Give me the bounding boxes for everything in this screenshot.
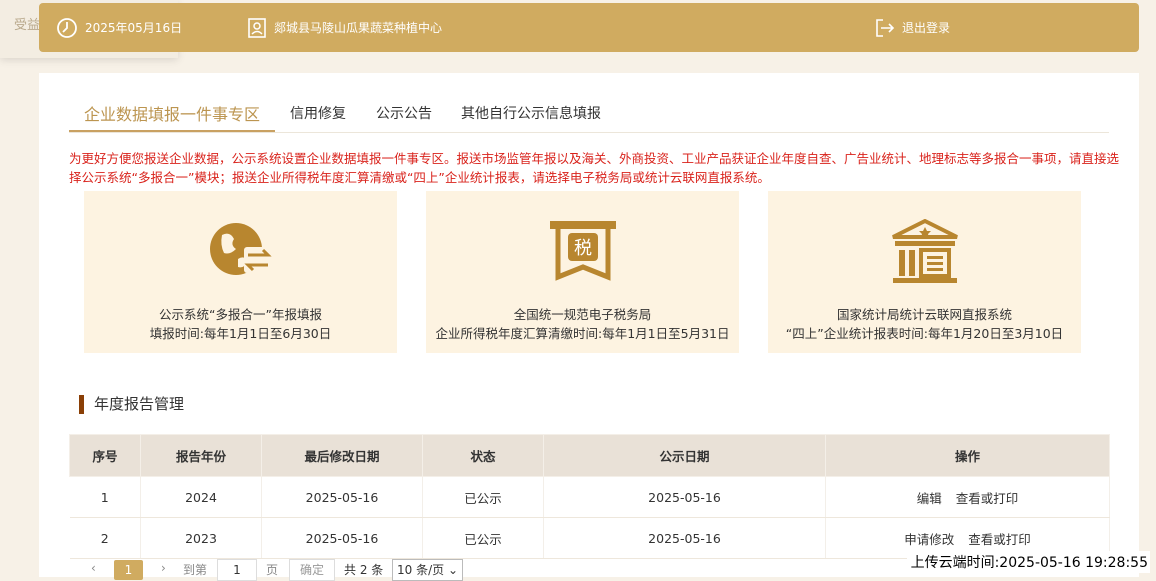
tab-bar: 企业数据填报一件事专区 信用修复 公示公告 其他自行公示信息填报	[69, 95, 1109, 133]
tab-credit-repair[interactable]: 信用修复	[290, 103, 346, 123]
svg-text:税: 税	[574, 238, 592, 259]
tax-icon: 税	[549, 221, 616, 281]
total-count: 共 2 条	[344, 563, 384, 577]
page-size-select[interactable]: 10 条/页 ⌄	[392, 559, 464, 581]
page-1-button[interactable]: 1	[114, 560, 143, 580]
prev-page-button[interactable]: ‹	[91, 561, 96, 575]
card-e-tax[interactable]: 税 全国统一规范电子税务局 企业所得税年度汇算清缴时间:每年1月1日至5月31日	[426, 191, 739, 353]
upload-time: 上传云端时间:2025-05-16 19:28:55	[906, 551, 1150, 573]
tab-announcements[interactable]: 公示公告	[376, 103, 432, 123]
org-display: 郯城县马陵山瓜果蔬菜种植中心	[247, 3, 442, 52]
top-bar: 2025年05月16日 郯城县马陵山瓜果蔬菜种植中心 退出登录	[39, 3, 1139, 52]
header-published: 公示日期	[543, 434, 826, 477]
cell-status: 已公示	[422, 476, 544, 518]
logout-label: 退出登录	[902, 21, 951, 35]
card-time: “四上”企业统计报表时间:每年1月20日至3月10日	[785, 326, 1064, 341]
goto-confirm-button[interactable]: 确定	[289, 559, 335, 581]
card-time: 企业所得税年度汇算清缴时间:每年1月1日至5月31日	[435, 326, 730, 341]
active-tab-indicator	[69, 130, 275, 132]
cell-year: 2024	[140, 476, 262, 518]
card-title: 公示系统“多报合一”年报填报	[159, 307, 322, 322]
main-panel: 企业数据填报一件事专区 信用修复 公示公告 其他自行公示信息填报 为更好方便您报…	[39, 73, 1139, 581]
tab-other-disclosure[interactable]: 其他自行公示信息填报	[461, 103, 601, 123]
chevron-down-icon: ⌄	[447, 563, 459, 577]
annual-report-table: 序号 报告年份 最后修改日期 状态 公示日期 操作 1 2024 2025-05…	[69, 434, 1110, 559]
next-page-button[interactable]: ›	[161, 561, 166, 575]
card-title: 国家统计局统计云联网直报系统	[836, 307, 1012, 322]
page-size-value: 10 条/页	[397, 563, 445, 577]
edit-link[interactable]: 编辑	[917, 491, 942, 506]
tab-data-reporting[interactable]: 企业数据填报一件事专区	[84, 101, 260, 125]
section-title: 年度报告管理	[79, 395, 184, 414]
cell-ops: 编辑 查看或打印	[825, 476, 1110, 518]
table-row: 1 2024 2025-05-16 已公示 2025-05-16 编辑 查看或打…	[69, 476, 1110, 518]
government-building-icon	[891, 219, 958, 283]
header-ops: 操作	[825, 434, 1110, 477]
cell-no: 1	[69, 476, 141, 518]
header-no: 序号	[69, 434, 141, 477]
card-multi-report[interactable]: 公示系统“多报合一”年报填报 填报时间:每年1月1日至6月30日	[84, 191, 397, 353]
card-time: 填报时间:每年1月1日至6月30日	[149, 326, 332, 341]
logout-button[interactable]: 退出登录	[875, 3, 950, 52]
person-badge-icon	[248, 17, 266, 38]
notice-text: 为更好方便您报送企业数据，公示系统设置企业数据填报一件事专区。报送市场监管年报以…	[69, 151, 1120, 185]
header-modified: 最后修改日期	[261, 434, 423, 477]
cell-modified: 2025-05-16	[261, 476, 423, 518]
clock-icon	[57, 17, 77, 38]
page-unit-label: 页	[266, 563, 279, 577]
card-title: 全国统一规范电子税务局	[513, 307, 652, 322]
page-number-input[interactable]: 1	[217, 559, 257, 581]
goto-label: 到第	[183, 563, 208, 577]
header-year: 报告年份	[140, 434, 262, 477]
globe-exchange-icon	[209, 223, 272, 275]
background-tab-label: 受益	[14, 18, 41, 33]
view-print-link[interactable]: 查看或打印	[956, 491, 1019, 506]
date-text: 2025年05月16日	[85, 21, 183, 35]
logout-icon	[876, 18, 895, 37]
card-stats-system[interactable]: 国家统计局统计云联网直报系统 “四上”企业统计报表时间:每年1月20日至3月10…	[768, 191, 1081, 353]
cell-published: 2025-05-16	[543, 476, 826, 518]
table-header-row: 序号 报告年份 最后修改日期 状态 公示日期 操作	[69, 434, 1110, 477]
date-display: 2025年05月16日	[56, 3, 182, 52]
request-modify-link[interactable]: 申请修改	[904, 532, 954, 547]
org-name: 郯城县马陵山瓜果蔬菜种植中心	[274, 21, 443, 35]
view-print-link[interactable]: 查看或打印	[968, 532, 1031, 547]
header-status: 状态	[422, 434, 544, 477]
